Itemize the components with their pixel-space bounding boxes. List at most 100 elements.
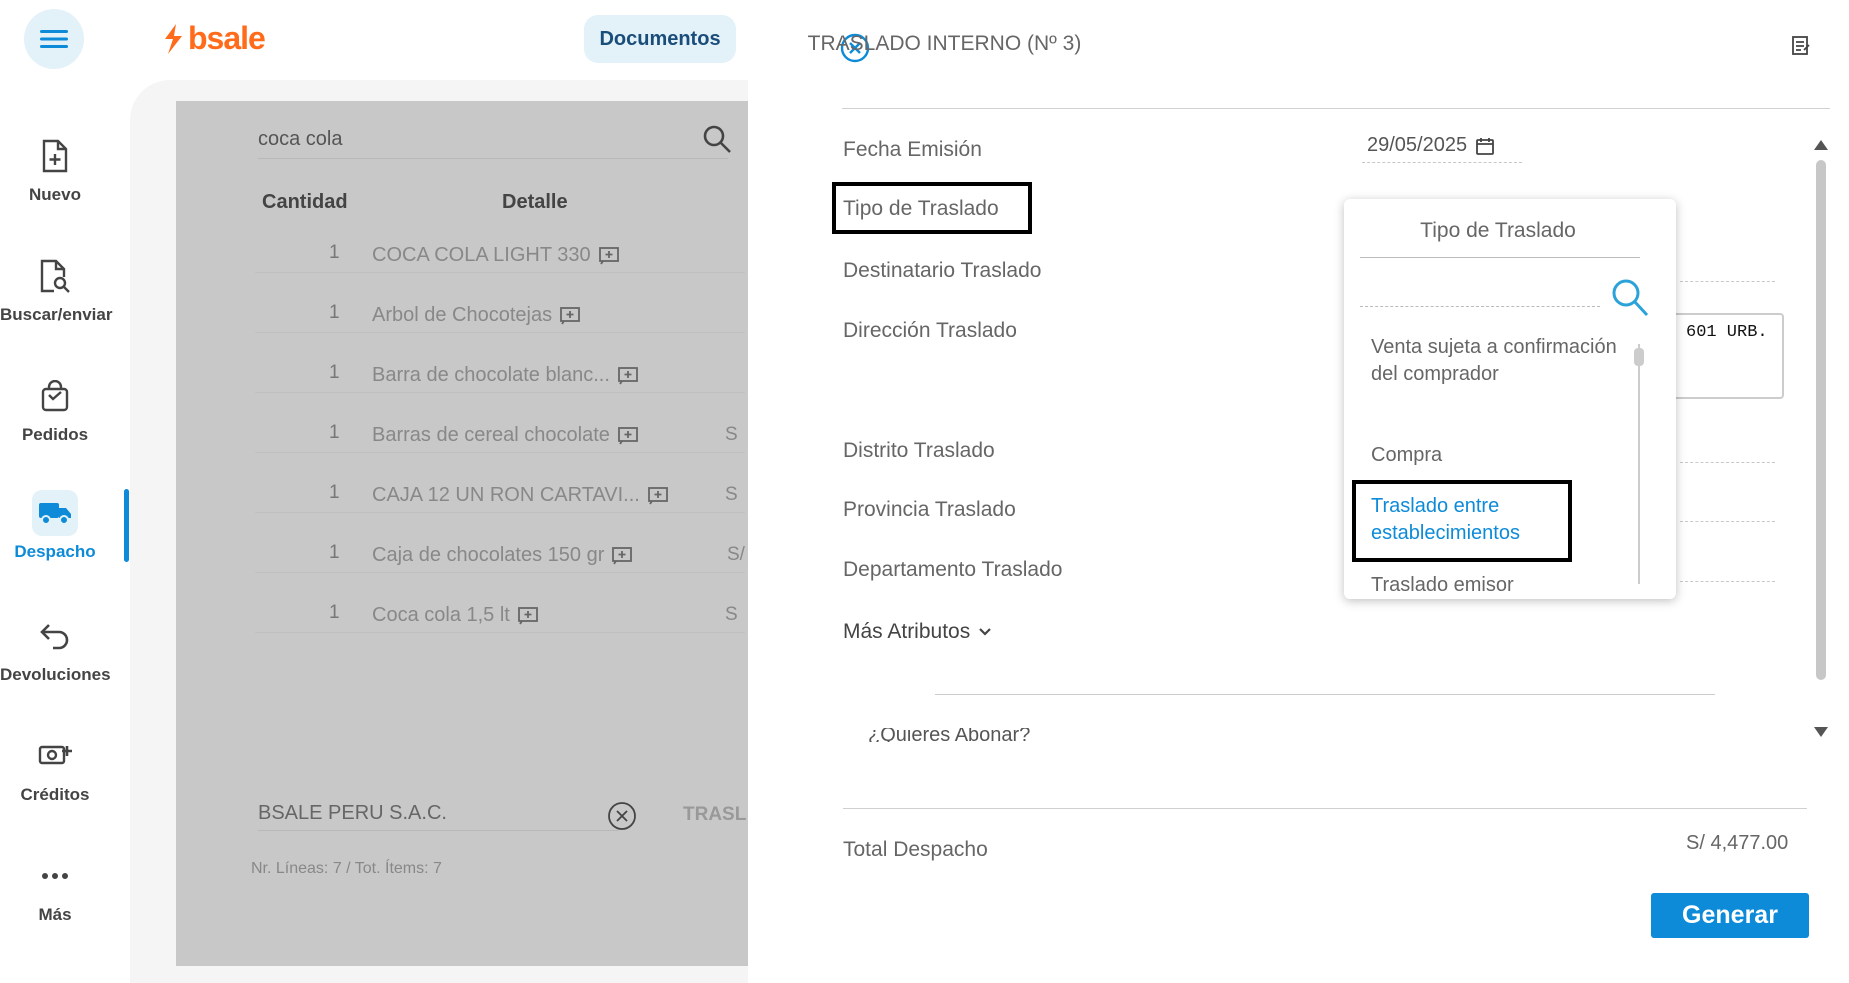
row-quantity: 1	[329, 482, 340, 503]
section-divider	[935, 694, 1715, 695]
distrito-underline	[1680, 462, 1775, 463]
direccion-textarea[interactable]: 601 URB.	[1672, 313, 1784, 399]
column-header-detalle: Detalle	[502, 191, 568, 213]
nav-label: Créditos	[20, 785, 90, 804]
chevron-down-icon	[979, 628, 992, 636]
dropdown-scroll-thumb[interactable]	[1634, 348, 1644, 366]
dropdown-option[interactable]: Venta sujeta a confirmación del comprado…	[1371, 334, 1621, 388]
calendar-icon[interactable]	[1475, 136, 1495, 156]
nav-item-devoluciones[interactable]: Devoluciones	[0, 613, 111, 723]
client-input[interactable]: BSALE PERU S.A.C.	[258, 802, 447, 825]
sidebar-nav: Nuevo Buscar/enviar Pedidos Despacho Dev…	[0, 0, 113, 983]
fecha-emision-value: 29/05/2025	[1367, 134, 1468, 156]
abonar-label: ¿Quieres Abonar?	[868, 728, 1031, 742]
document-type-label: TRASL	[683, 804, 747, 825]
add-note-icon[interactable]	[560, 306, 581, 325]
add-note-icon[interactable]	[598, 246, 619, 265]
nav-item-mas[interactable]: Más	[0, 853, 110, 963]
product-search-input[interactable]: coca cola	[258, 128, 343, 151]
nav-item-despacho[interactable]: Despacho	[0, 490, 110, 600]
row-quantity: 1	[329, 242, 340, 263]
search-icon[interactable]	[1610, 277, 1650, 319]
clear-client-icon[interactable]	[607, 801, 637, 831]
generate-button[interactable]: Generar	[1651, 893, 1809, 938]
table-row[interactable]: 1 Arbol de Chocotejas	[255, 302, 745, 358]
focus-highlight-tipo	[832, 182, 1032, 234]
file-plus-icon	[42, 139, 68, 173]
provincia-underline	[1680, 521, 1775, 522]
truck-icon	[39, 503, 71, 525]
departamento-label: Departamento Traslado	[843, 558, 1063, 581]
row-price: S	[725, 424, 738, 445]
row-quantity: 1	[329, 542, 340, 563]
row-quantity: 1	[329, 602, 340, 623]
table-row[interactable]: 1 Coca cola 1,5 lt S	[255, 602, 745, 658]
total-despacho-label: Total Despacho	[843, 838, 988, 861]
row-detail: Arbol de Chocotejas	[372, 304, 553, 326]
nav-item-pedidos[interactable]: Pedidos	[0, 373, 110, 483]
add-note-icon[interactable]	[612, 546, 633, 565]
search-icon[interactable]	[702, 124, 732, 154]
dropdown-option[interactable]: Traslado emisor	[1371, 572, 1621, 599]
row-price: S	[725, 484, 738, 505]
total-despacho-value: S/ 4,477.00	[1686, 832, 1789, 854]
focus-highlight-option	[1352, 480, 1572, 562]
modal-header-divider	[842, 108, 1830, 109]
modal-scrollbar[interactable]	[1816, 160, 1826, 680]
dropdown-scrollbar[interactable]	[1638, 344, 1640, 584]
nav-label: Más	[38, 905, 72, 924]
direccion-label: Dirección Traslado	[843, 319, 1017, 342]
dropdown-search-input[interactable]	[1360, 306, 1600, 307]
nav-label: Devoluciones	[0, 665, 111, 684]
dropdown-option[interactable]: Compra	[1371, 442, 1621, 469]
departamento-underline	[1680, 581, 1775, 582]
destinatario-label: Destinatario Traslado	[843, 259, 1042, 282]
nav-label: Pedidos	[21, 425, 89, 444]
search-underline	[258, 158, 728, 159]
nav-label: Nuevo	[29, 185, 81, 204]
row-price: S	[725, 604, 738, 625]
add-note-icon[interactable]	[647, 486, 668, 505]
row-detail: CAJA 12 UN RON CARTAVI...	[372, 484, 640, 506]
dropdown-title-divider	[1360, 257, 1640, 258]
scroll-down-arrow-icon[interactable]	[1813, 726, 1829, 738]
table-row[interactable]: 1 Barras de cereal chocolate S	[255, 422, 745, 478]
nav-item-creditos[interactable]: Créditos	[0, 733, 110, 843]
table-row[interactable]: 1 CAJA 12 UN RON CARTAVI... S	[255, 482, 745, 538]
more-attributes-label: Más Atributos	[843, 620, 971, 643]
file-search-icon	[40, 259, 70, 293]
row-detail: Barra de chocolate blanc...	[372, 364, 610, 386]
dropdown-title: Tipo de Traslado	[1420, 219, 1576, 242]
row-price: S/	[727, 544, 745, 565]
distrito-label: Distrito Traslado	[843, 439, 995, 462]
nav-active-indicator	[124, 489, 129, 562]
shopping-bag-icon	[41, 380, 69, 412]
modal-title: TRASLADO INTERNO (Nº 3)	[807, 32, 1082, 55]
table-row[interactable]: 1 COCA COLA LIGHT 330	[255, 242, 745, 298]
abonar-toggle[interactable]: ¿Quieres Abonar?	[868, 728, 1168, 742]
destinatario-underline	[1680, 281, 1775, 282]
row-detail: Caja de chocolates 150 gr	[372, 544, 605, 566]
nav-item-nuevo[interactable]: Nuevo	[0, 133, 110, 243]
table-row[interactable]: 1 Barra de chocolate blanc...	[255, 362, 745, 418]
add-note-icon[interactable]	[618, 366, 638, 385]
nav-item-buscar[interactable]: Buscar/enviar	[0, 253, 113, 363]
fecha-underline	[1362, 162, 1522, 163]
total-divider	[843, 808, 1807, 809]
add-note-icon[interactable]	[618, 426, 638, 445]
nav-label: Buscar/enviar	[0, 305, 113, 324]
notes-icon[interactable]	[1791, 34, 1811, 56]
fecha-emision-field[interactable]: 29/05/2025	[1367, 134, 1495, 157]
more-attributes-toggle[interactable]: Más Atributos	[843, 620, 992, 644]
add-note-icon[interactable]	[517, 606, 538, 625]
table-row[interactable]: 1 Caja de chocolates 150 gr S/	[255, 542, 745, 598]
row-detail: Barras de cereal chocolate	[372, 424, 610, 446]
row-detail: Coca cola 1,5 lt	[372, 604, 510, 626]
row-quantity: 1	[329, 422, 340, 443]
row-quantity: 1	[329, 362, 340, 383]
cash-plus-icon	[38, 745, 72, 765]
row-detail: COCA COLA LIGHT 330	[372, 244, 591, 266]
fecha-emision-label: Fecha Emisión	[843, 138, 982, 161]
scroll-up-arrow-icon[interactable]	[1813, 139, 1829, 151]
lines-items-summary: Nr. Líneas: 7 / Tot. Ítems: 7	[251, 860, 442, 877]
